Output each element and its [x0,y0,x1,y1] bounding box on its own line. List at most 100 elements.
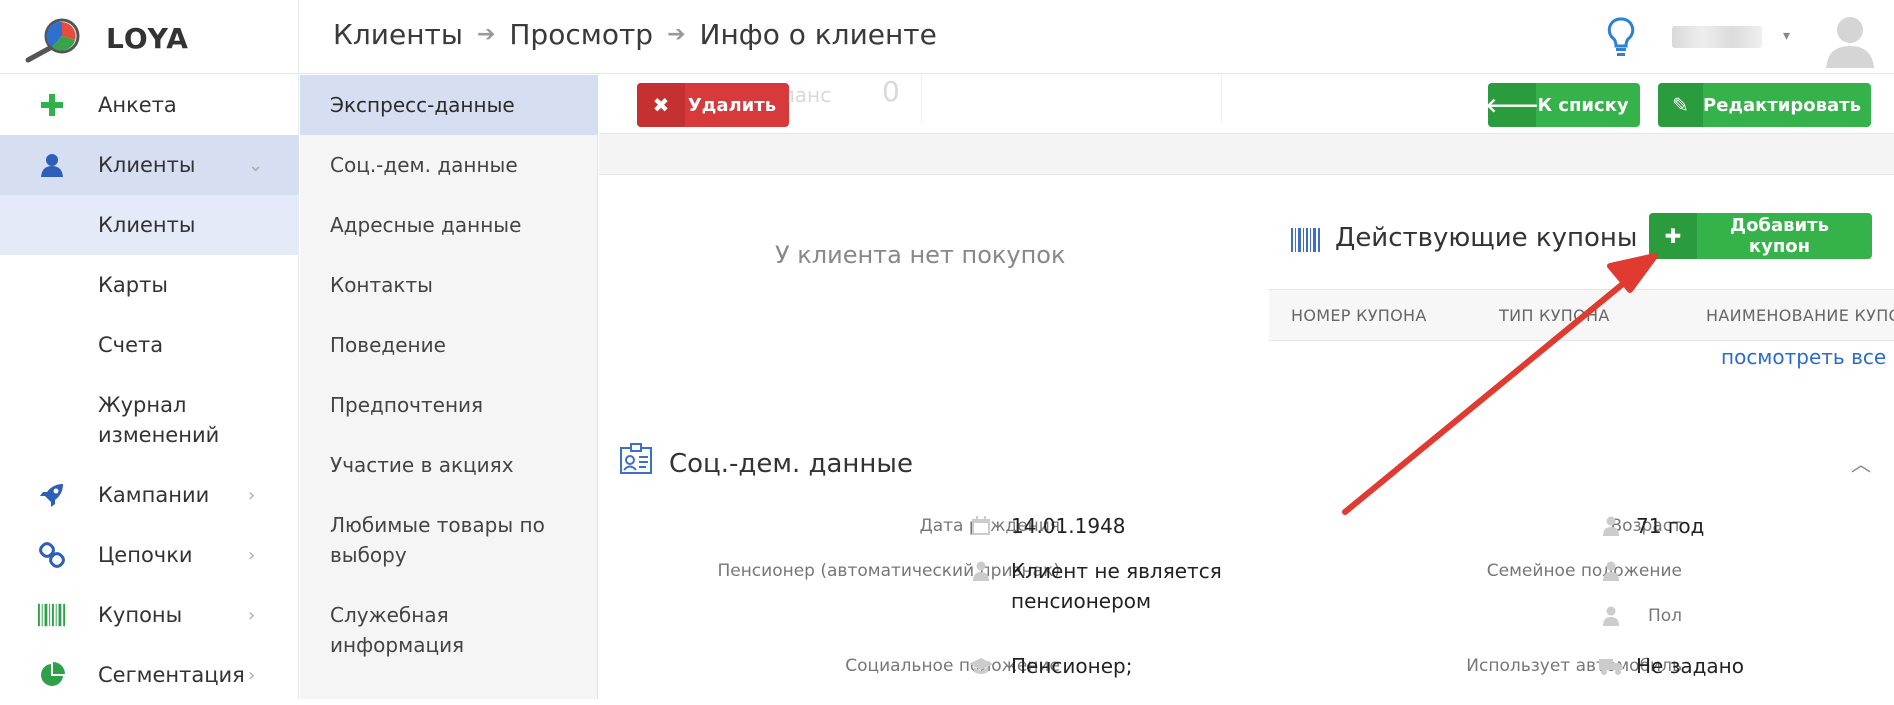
breadcrumb-item-client-info: Инфо о клиенте [699,18,937,51]
person-icon [973,561,989,581]
field-value-uses-car: Не задано [1636,654,1744,678]
divider [921,75,922,123]
chevron-right-icon: › [248,544,256,566]
person-icon [1603,606,1619,626]
chevron-up-icon[interactable]: ︿ [1851,448,1871,477]
edit-button-label: Редактировать [1703,94,1861,116]
field-label-gender: Пол [1647,606,1682,626]
chevron-down-icon[interactable]: ▾ [1783,28,1790,44]
field-label-pensioner: Пенсионер (автоматический признак) [717,561,1060,581]
user-name-blurred[interactable] [1672,26,1762,48]
arrow-right-icon: ➔ [476,22,496,47]
plus-icon [38,91,66,119]
id-card-icon [620,443,652,474]
delete-button-label: Удалить [687,94,777,116]
arrow-right-icon: ➔ [667,22,686,47]
subnav-item-express[interactable]: Экспресс-данные [300,75,598,135]
graduation-cap-icon [969,658,993,674]
sidebar-item-label: Анкета [98,93,177,117]
lightbulb-icon[interactable] [1606,16,1636,58]
avatar[interactable] [1824,12,1876,68]
sidebar-item-label: Карты [98,273,168,297]
sidebar-item-anketa[interactable]: Анкета [0,75,299,135]
close-icon: ✖ [637,83,685,127]
sidebar-item-chains[interactable]: Цепочки › [0,525,299,585]
no-purchases-text: У клиента нет покупок [775,241,1066,269]
plus-icon: ✚ [1649,213,1697,259]
back-to-list-button[interactable]: 🡐 К списку [1488,83,1640,127]
column-header-name[interactable]: НАИМЕНОВАНИЕ КУПО [1706,306,1894,325]
calendar-icon [972,516,990,535]
user-icon [38,151,66,179]
chevron-right-icon: › [248,604,256,626]
section-title-socdem: Соц.-дем. данные [669,449,913,479]
field-value-social-status: Пенсионер; [1011,654,1133,678]
barcode-icon [38,601,66,629]
divider [1221,75,1222,123]
link-icon [38,541,66,569]
arrow-left-icon: 🡐 [1488,83,1539,127]
column-header-number[interactable]: НОМЕР КУПОНА [1291,306,1427,325]
chevron-down-icon: ⌄ [248,154,264,176]
back-to-list-label: К списку [1537,94,1629,116]
sidebar-item-label: Цепочки [98,543,193,567]
toolbar: Активный баланс 0 ✖ Удалить 🡐 К списку ✎… [599,75,1894,175]
breadcrumb: Клиенты ➔ Просмотр ➔ Инфо о клиенте [333,18,937,51]
sidebar-item-coupons[interactable]: Купоны › [0,585,299,645]
add-coupon-button[interactable]: ✚ Добавить купон [1649,213,1872,259]
subnav-item-promotions[interactable]: Участие в акциях [300,435,598,495]
field-label-marital-status: Семейное положение [1486,561,1682,581]
sidebar-item-label: Счета [98,333,164,357]
balance-value: 0 [882,75,900,108]
client-sections-nav: Экспресс-данные Соц.-дем. данные Адресны… [300,75,598,699]
active-coupons-title: Действующие купоны [1335,223,1638,253]
barcode-icon [1291,228,1320,252]
breadcrumb-item-clients[interactable]: Клиенты [333,18,463,51]
field-value-age: 71 год [1636,514,1705,538]
coupons-table-header: НОМЕР КУПОНА ТИП КУПОНА НАИМЕНОВАНИЕ КУП… [1269,289,1894,341]
sidebar-item-label: Журнал изменений [98,393,220,447]
sidebar-subitem-clients[interactable]: Клиенты [0,195,299,255]
add-coupon-label: Добавить купон [1730,215,1829,257]
subnav-item-address[interactable]: Адресные данные [300,195,598,255]
logo-area[interactable]: LOYA [0,0,299,74]
sidebar-item-clients[interactable]: Клиенты ⌄ [0,135,299,195]
delete-button[interactable]: ✖ Удалить [637,83,789,127]
sidebar-item-label: Клиенты [98,213,196,237]
subnav-item-behavior[interactable]: Поведение [300,315,598,375]
sidebar-item-label: Купоны [98,603,183,627]
sidebar-subitem-accounts[interactable]: Счета [0,315,299,375]
top-header: LOYA Клиенты ➔ Просмотр ➔ Инфо о клиенте… [0,0,1894,74]
person-icon [1603,561,1619,581]
chevron-right-icon: › [248,664,256,686]
breadcrumb-item-view[interactable]: Просмотр [509,18,653,51]
sidebar-item-campaigns[interactable]: Кампании › [0,465,299,525]
subnav-item-preferences[interactable]: Предпочтения [300,375,598,435]
see-all-link[interactable]: посмотреть все [1721,345,1886,369]
logo-text: LOYA [106,22,189,55]
sidebar-item-label: Сегментация [98,663,245,687]
sidebar-item-label: Кампании [98,483,210,507]
column-header-type[interactable]: ТИП КУПОНА [1499,306,1610,325]
field-value-pensioner: Клиент не является пенсионером [1011,559,1222,613]
main-content: Активный баланс 0 ✖ Удалить 🡐 К списку ✎… [599,75,1894,699]
edit-button[interactable]: ✎ Редактировать [1658,83,1871,127]
pencil-icon: ✎ [1658,83,1704,127]
truck-icon [1599,659,1623,675]
sidebar-item-label: Клиенты [98,153,196,177]
person-icon [1603,516,1619,536]
sidebar: Анкета Клиенты ⌄ Клиенты Карты Счета Жур… [0,75,299,699]
subnav-item-socdem[interactable]: Соц.-дем. данные [300,135,598,195]
subnav-item-favorite-goods[interactable]: Любимые товары по выбору [300,495,560,585]
rocket-icon [38,481,66,509]
toolbar-strip [599,133,1894,175]
sidebar-subitem-cards[interactable]: Карты [0,255,299,315]
pie-chart-icon [38,661,66,689]
field-value-birthdate: 14.01.1948 [1011,514,1126,538]
sidebar-item-segmentation[interactable]: Сегментация › [0,645,299,705]
chevron-right-icon: › [248,484,256,506]
logo-icon [25,18,80,63]
subnav-item-service-info[interactable]: Служебная информация [300,585,540,675]
subnav-item-contacts[interactable]: Контакты [300,255,598,315]
sidebar-subitem-changelog[interactable]: Журнал изменений [0,375,299,465]
